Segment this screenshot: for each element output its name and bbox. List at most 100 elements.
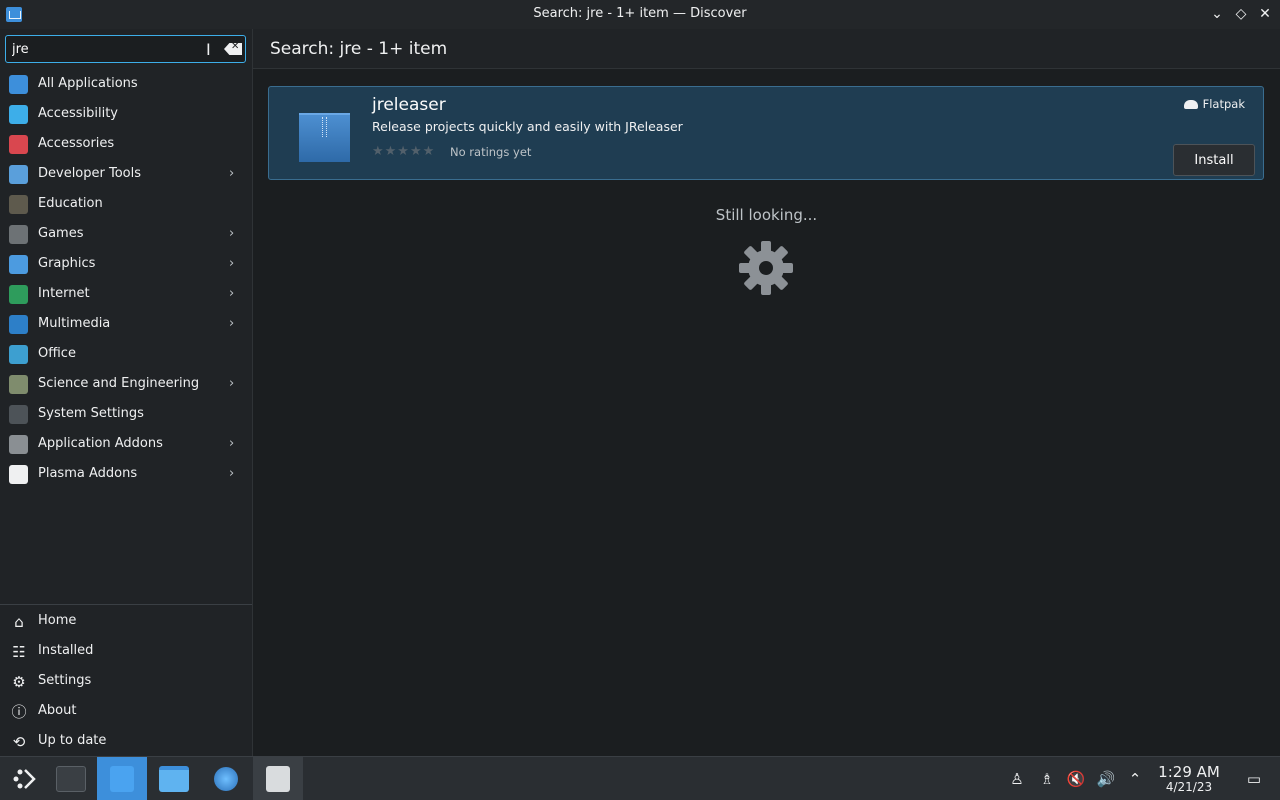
source-badge: Flatpak (1183, 97, 1245, 111)
toolbox-icon (9, 135, 28, 154)
office-icon (9, 345, 28, 364)
nav-label: Settings (38, 673, 92, 688)
flask-icon (9, 375, 28, 394)
install-button[interactable]: Install (1173, 144, 1255, 176)
gamepad-icon (9, 225, 28, 244)
sidebar: I All Applications Accessibility Accessori… (0, 29, 253, 756)
show-desktop-icon[interactable]: ▭ (1244, 769, 1264, 789)
cloud-icon (1183, 99, 1198, 109)
plasma-icon (9, 465, 28, 484)
sliders-icon (56, 766, 86, 792)
rating-stars: ★★★★★ (372, 144, 436, 159)
clear-search-icon[interactable] (224, 43, 242, 55)
loading-gear-icon (739, 241, 793, 295)
sidebar-category-accessories[interactable]: Accessories (0, 129, 252, 159)
sidebar-category-games[interactable]: Games › (0, 219, 252, 249)
sidebar-category-science-and-engineering[interactable]: Science and Engineering › (0, 369, 252, 399)
application-launcher-button[interactable] (0, 757, 50, 800)
category-label: Internet (38, 286, 90, 301)
sidebar-category-internet[interactable]: Internet › (0, 279, 252, 309)
window-title: Search: jre - 1+ item — Discover (533, 6, 747, 21)
sidebar-category-graphics[interactable]: Graphics › (0, 249, 252, 279)
text-cursor-icon: I (206, 40, 211, 59)
graphics-icon (9, 255, 28, 274)
category-label: Accessories (38, 136, 115, 151)
chevron-right-icon: › (229, 286, 235, 301)
page-title: Search: jre - 1+ item (270, 39, 448, 59)
sidebar-nav-up-to-date[interactable]: ⟲ Up to date (0, 726, 252, 756)
addons-icon (9, 435, 28, 454)
search-box[interactable]: I (5, 35, 246, 63)
sidebar-category-system-settings[interactable]: System Settings (0, 399, 252, 429)
steam-window-icon (266, 766, 290, 792)
nav-label: Home (38, 613, 77, 628)
rating-text: No ratings yet (450, 145, 532, 159)
wrench-icon (9, 165, 28, 184)
info-icon: ⓘ (11, 703, 27, 721)
sidebar-divider (0, 604, 252, 605)
close-icon[interactable]: ✕ (1255, 4, 1275, 24)
nav-label: About (38, 703, 77, 718)
chevron-right-icon: › (229, 376, 235, 391)
category-label: Games (38, 226, 84, 241)
taskbar-browser[interactable] (201, 757, 251, 800)
installed-list-icon: ☷ (12, 643, 26, 661)
taskbar-steam[interactable] (253, 757, 303, 800)
tray-expand-icon[interactable]: ⌃ (1125, 769, 1145, 789)
category-label: Office (38, 346, 76, 361)
sidebar-category-plasma-addons[interactable]: Plasma Addons › (0, 459, 252, 489)
loading-status-text: Still looking... (715, 206, 818, 224)
clock[interactable]: 1:29 AM 4/21/23 (1150, 763, 1228, 794)
category-label: Multimedia (38, 316, 111, 331)
sidebar-category-office[interactable]: Office (0, 339, 252, 369)
page-header: Search: jre - 1+ item (253, 29, 1280, 69)
chevron-right-icon: › (229, 316, 235, 331)
search-result-card[interactable]: jreleaser Release projects quickly and e… (268, 86, 1264, 180)
sidebar-nav-installed[interactable]: ☷ Installed (0, 636, 252, 666)
chevron-right-icon: › (229, 466, 235, 481)
sidebar-category-application-addons[interactable]: Application Addons › (0, 429, 252, 459)
volume-icon[interactable]: 🔊 (1096, 769, 1116, 789)
taskbar-discover[interactable] (97, 757, 147, 800)
clock-date: 4/21/23 (1165, 780, 1213, 794)
chevron-right-icon: › (229, 226, 235, 241)
category-label: Plasma Addons (38, 466, 138, 481)
grid-icon (9, 75, 28, 94)
chalkboard-icon (9, 195, 28, 214)
sidebar-nav-home[interactable]: ⌂ Home (0, 606, 252, 636)
audio-muted-icon[interactable]: 🔇 (1066, 769, 1086, 789)
main-content: Search: jre - 1+ item jreleaser Release … (253, 29, 1280, 756)
sidebar-category-education[interactable]: Education (0, 189, 252, 219)
minimize-icon[interactable]: ⌄ (1207, 4, 1227, 24)
maximize-icon[interactable]: ◇ (1231, 4, 1251, 24)
sidebar-category-developer-tools[interactable]: Developer Tools › (0, 159, 252, 189)
users-switch-icon[interactable]: ♗ (1037, 769, 1057, 789)
app-name[interactable]: jreleaser (372, 95, 446, 115)
taskbar: ♙ ♗ 🔇 🔊 ⌃ 1:29 AM 4/21/23 ▭ (0, 756, 1280, 800)
user-icon[interactable]: ♙ (1007, 769, 1027, 789)
monitor-icon (9, 315, 28, 334)
launcher-icon (13, 769, 36, 789)
sidebar-category-multimedia[interactable]: Multimedia › (0, 309, 252, 339)
globe-icon (214, 767, 238, 791)
category-label: Education (38, 196, 103, 211)
nav-label: Up to date (38, 733, 107, 748)
search-input[interactable] (12, 40, 202, 58)
source-label: Flatpak (1202, 97, 1245, 111)
category-list: All Applications Accessibility Accessories… (0, 69, 252, 489)
sidebar-nav-settings[interactable]: ⚙ Settings (0, 666, 252, 696)
app-description: Release projects quickly and easily with… (372, 119, 683, 134)
chevron-right-icon: › (229, 166, 235, 181)
category-label: System Settings (38, 406, 144, 421)
sidebar-category-all-applications[interactable]: All Applications (0, 69, 252, 99)
category-label: Graphics (38, 256, 96, 271)
sidebar-category-accessibility[interactable]: Accessibility (0, 99, 252, 129)
category-label: All Applications (38, 76, 138, 91)
taskbar-file-manager[interactable] (149, 757, 199, 800)
taskbar-system-settings[interactable] (46, 757, 96, 800)
accessibility-icon (9, 105, 28, 124)
sidebar-nav-about[interactable]: ⓘ About (0, 696, 252, 726)
nav-label: Installed (38, 643, 94, 658)
update-icon: ⟲ (12, 733, 26, 751)
home-icon: ⌂ (14, 613, 24, 631)
